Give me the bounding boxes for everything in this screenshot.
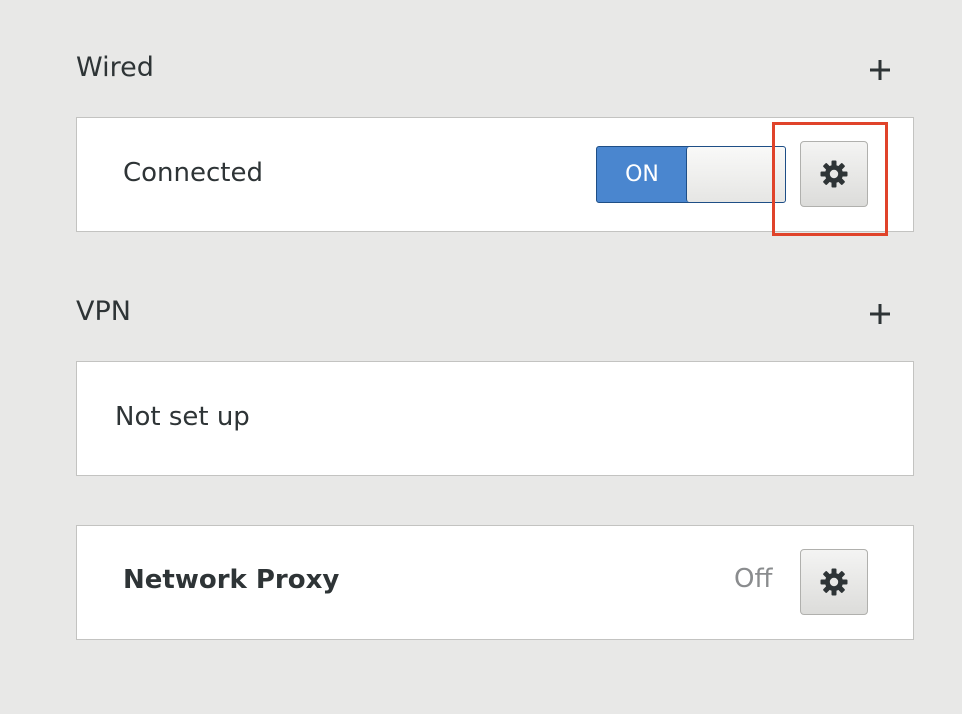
vpn-panel: Not set up	[76, 361, 914, 476]
vpn-section-title: VPN	[76, 296, 131, 327]
proxy-settings-button[interactable]	[800, 549, 868, 615]
switch-slider-handle[interactable]	[686, 147, 785, 202]
vpn-empty-label: Not set up	[115, 402, 250, 432]
network-settings-page: Wired Connected ON VPN Not set up Networ…	[0, 0, 962, 714]
proxy-status-text: Off	[734, 564, 773, 594]
gear-icon	[820, 568, 848, 596]
wired-settings-button[interactable]	[800, 141, 868, 207]
gear-icon	[820, 160, 848, 188]
add-wired-button[interactable]	[862, 52, 898, 88]
wired-section-title: Wired	[76, 52, 154, 83]
network-proxy-label: Network Proxy	[123, 565, 340, 595]
wired-connection-panel: Connected	[76, 117, 914, 232]
add-vpn-button[interactable]	[862, 296, 898, 332]
plus-icon	[870, 60, 890, 80]
switch-on-label: ON	[625, 162, 659, 187]
plus-icon	[870, 304, 890, 324]
wired-toggle-switch[interactable]: ON	[596, 146, 786, 203]
network-proxy-panel[interactable]: Network Proxy	[76, 525, 914, 640]
wired-status-label: Connected	[123, 158, 264, 188]
